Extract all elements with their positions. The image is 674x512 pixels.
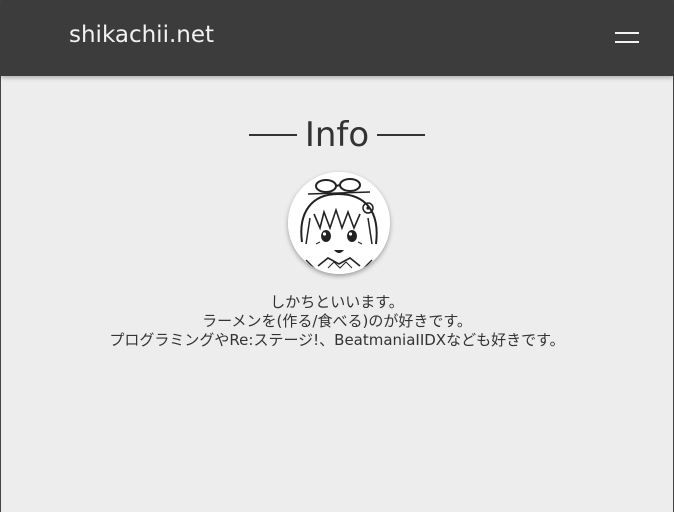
bio-text: しかちといいます。 ラーメンを(作る/食べる)のが好きです。 プログラミングやR…: [1, 293, 673, 350]
hamburger-menu-icon[interactable]: [613, 28, 641, 48]
bio-line-2: ラーメンを(作る/食べる)のが好きです。: [202, 312, 472, 330]
heading-rule-left: [248, 133, 297, 136]
avatar: [288, 172, 390, 274]
avatar-illustration-icon: [288, 172, 390, 274]
site-title-link[interactable]: shikachii.net: [69, 22, 214, 48]
bio-line-3: プログラミングやRe:ステージ!、BeatmaniaIIDXなども好きです。: [109, 331, 565, 349]
section-heading: Info: [1, 112, 673, 158]
navbar: shikachii.net: [1, 0, 673, 76]
menu-line-bottom: [615, 41, 639, 43]
menu-line-top: [615, 32, 639, 34]
heading-rule-right: [377, 133, 426, 136]
page: shikachii.net Info しかちといいます。 ラーメンを(作る/食べ…: [0, 0, 674, 512]
bio-line-1: しかちといいます。: [270, 293, 404, 311]
section-title: Info: [304, 115, 370, 155]
